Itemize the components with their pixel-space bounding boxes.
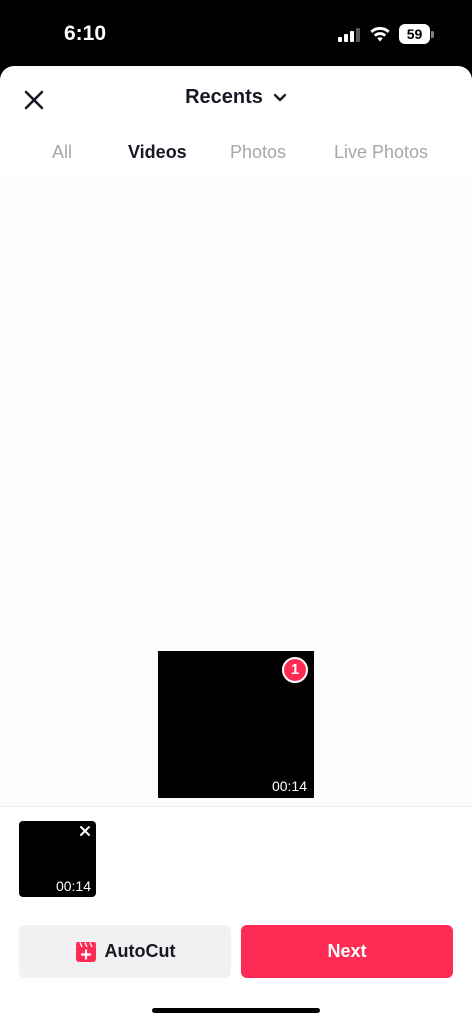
selected-clip-duration: 00:14 [55, 878, 91, 894]
home-indicator[interactable] [152, 1008, 320, 1013]
video-thumbnail[interactable]: 1 00:14 [158, 651, 314, 798]
battery-icon: 59 [399, 24, 434, 44]
media-type-tabs: All Videos Photos Live Photos [0, 142, 472, 168]
selection-badge[interactable]: 1 [282, 657, 308, 683]
tab-all[interactable]: All [52, 142, 72, 163]
status-time: 6:10 [64, 22, 107, 45]
wifi-icon [370, 26, 390, 42]
remove-icon[interactable] [78, 824, 92, 838]
tab-videos[interactable]: Videos [128, 142, 187, 163]
autocut-icon [75, 941, 96, 962]
tab-photos[interactable]: Photos [230, 142, 286, 163]
status-bar: 6:10 59 [0, 0, 472, 66]
album-selector[interactable]: Recents [0, 86, 472, 109]
selected-clip[interactable]: 00:14 [19, 821, 96, 897]
signal-icon [338, 27, 360, 42]
media-picker-sheet: Recents All Videos Photos Live Photos 1 … [0, 66, 472, 1024]
chevron-down-icon [273, 93, 287, 101]
autocut-label: AutoCut [104, 941, 176, 961]
video-duration: 00:14 [271, 778, 307, 794]
tab-live-photos[interactable]: Live Photos [334, 142, 428, 163]
battery-level: 59 [399, 24, 430, 44]
album-title: Recents [185, 86, 263, 108]
autocut-button[interactable]: AutoCut [19, 925, 231, 978]
divider [0, 806, 472, 807]
next-button[interactable]: Next [241, 925, 453, 978]
